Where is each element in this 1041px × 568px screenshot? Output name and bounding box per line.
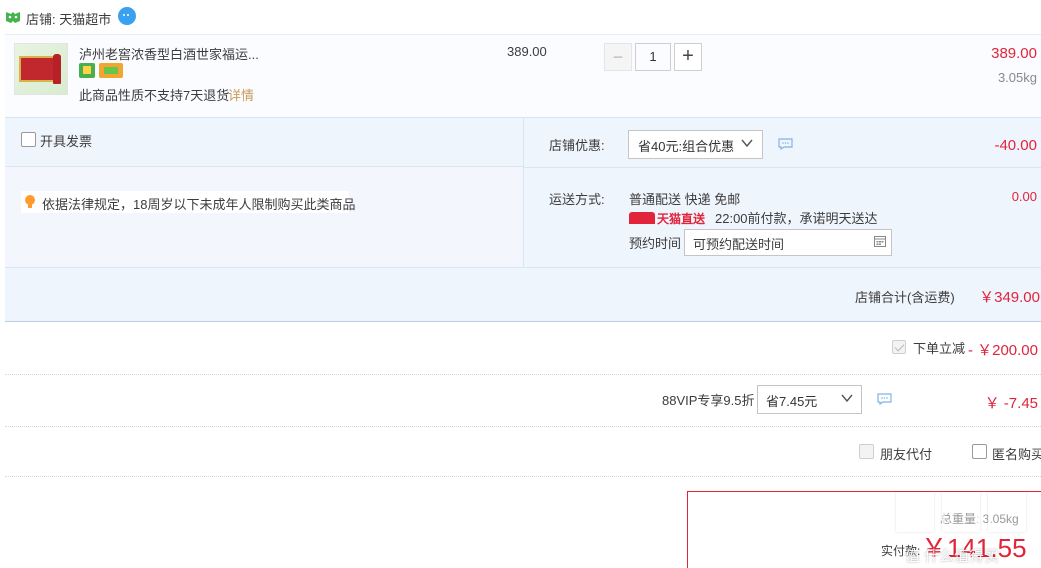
card-badge-icon — [99, 63, 123, 78]
tmall-shop-icon — [6, 12, 20, 23]
chevron-down-icon[interactable] — [740, 136, 754, 150]
chevron-down-icon[interactable] — [840, 391, 854, 405]
return-policy-text: 此商品性质不支持7天退货 — [79, 88, 230, 103]
friend-pay-checkbox[interactable] — [859, 444, 874, 459]
message-icon[interactable] — [877, 393, 892, 405]
vip-discount-value: ￥ -7.45 — [984, 395, 1038, 412]
tmall-express-text: 天猫直送 — [657, 212, 706, 226]
product-thumbnail[interactable] — [14, 43, 68, 95]
watermark-logo — [896, 492, 1036, 534]
law-notice-text: 依据法律规定，18周岁以下未成年人限制购买此类商品 — [42, 197, 356, 212]
anonymous-purchase-label[interactable]: 匿名购买 — [992, 444, 1041, 463]
shop-discount-amount: -40.00 — [994, 137, 1037, 154]
lightbulb-icon — [25, 195, 35, 209]
shop-discount-label: 店铺优惠: — [549, 138, 605, 153]
quantity-decrease-button[interactable]: − — [604, 43, 632, 71]
vip-discount-selected[interactable]: 省7.45元 — [766, 391, 817, 410]
divider — [524, 167, 1041, 168]
shop-name[interactable]: 店铺: 天猫超市 — [26, 9, 111, 28]
quantity-increase-button[interactable]: + — [674, 43, 702, 71]
friend-pay-label[interactable]: 朋友代付 — [880, 444, 932, 463]
service-badge-icon — [79, 63, 95, 78]
instant-discount-label: 下单立减 — [913, 341, 966, 356]
booking-time-label: 预约时间 — [629, 236, 682, 251]
invoice-checkbox[interactable] — [21, 132, 36, 147]
instant-discount-checkbox[interactable] — [892, 340, 906, 354]
shop-discount-selected[interactable]: 省40元:组合优惠 — [638, 136, 734, 155]
vip-discount-label: 88VIP专享9.5折 — [662, 393, 755, 408]
shop-subtotal-value: ￥349.00 — [979, 289, 1040, 306]
shop-header — [0, 0, 1041, 34]
item-weight: 3.05kg — [997, 70, 1037, 85]
shipping-fee: 0.00 — [1011, 189, 1037, 204]
notice-section — [5, 167, 523, 267]
invoice-label[interactable]: 开具发票 — [40, 131, 92, 150]
divider — [523, 118, 524, 267]
shipping-label: 运送方式: — [549, 192, 605, 207]
shipping-promise: 22:00前付款，承诺明天送达 — [715, 211, 878, 226]
shipping-method: 普通配送 快递 免邮 — [629, 192, 741, 207]
chat-bubble-icon[interactable] — [118, 7, 136, 25]
product-title[interactable]: 泸州老窖浓香型白酒世家福运... — [79, 44, 259, 63]
message-icon[interactable] — [778, 138, 793, 150]
divider — [5, 166, 523, 167]
anonymous-purchase-checkbox[interactable] — [972, 444, 987, 459]
quantity-input[interactable]: 1 — [635, 43, 671, 71]
item-total-price: 389.00 — [991, 45, 1037, 62]
instant-discount-value: - ￥200.00 — [967, 342, 1038, 359]
calendar-icon[interactable] — [874, 235, 886, 247]
watermark-text: 值 什么值得买 — [905, 548, 1000, 565]
instant-discount-row — [5, 323, 1041, 375]
shop-subtotal-label: 店铺合计(含运费) — [855, 290, 955, 305]
unit-price: 389.00 — [507, 44, 547, 59]
booking-time-placeholder[interactable]: 可预约配送时间 — [693, 234, 784, 253]
return-policy-detail-link[interactable]: 详情 — [228, 85, 254, 104]
